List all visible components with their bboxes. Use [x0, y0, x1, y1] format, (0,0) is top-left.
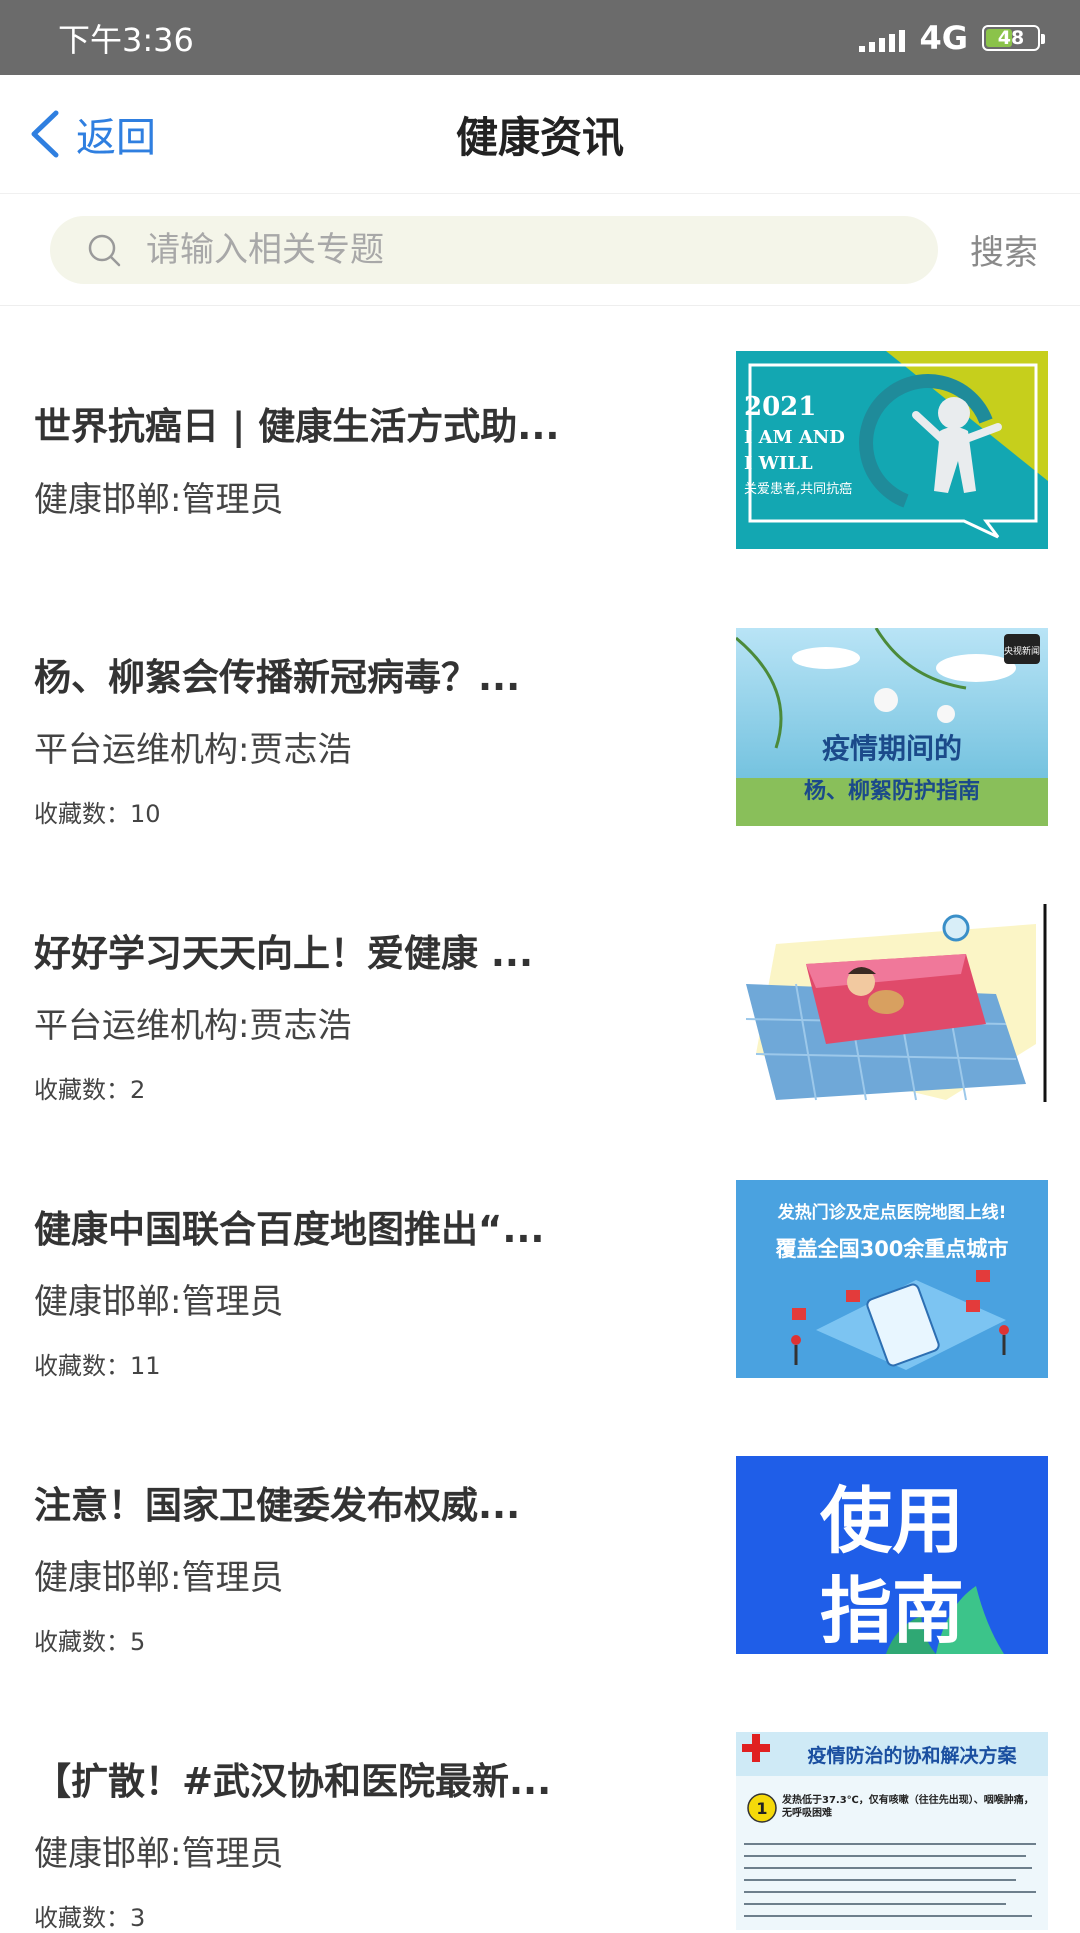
search-input[interactable]: [144, 228, 848, 271]
article-author: 健康邯郸:管理员: [34, 1834, 284, 1874]
status-time: 下午3:36: [58, 20, 194, 59]
network-type: 4G: [919, 18, 968, 57]
search-box[interactable]: [50, 215, 938, 284]
article-item[interactable]: 【扩散！#武汉协和医院最新... 健康邯郸:管理员 收藏数：3 疫情防治的协和解…: [0, 1686, 1080, 1932]
status-indicators: 4G 48: [859, 18, 1045, 57]
search-bar: 搜索: [0, 194, 1080, 306]
article-author: 平台运维机构:贾志浩: [34, 730, 352, 770]
thumb-line2: 覆盖全国300余重点城市: [776, 1237, 1009, 1261]
thumb-line2: 杨、柳絮防护指南: [804, 778, 980, 804]
thumb-line3: I WILL: [744, 453, 813, 474]
article-favorites: 收藏数：10: [34, 800, 161, 828]
article-title: 杨、柳絮会传播新冠病毒？...: [34, 656, 521, 699]
thumb-line1: 使用: [820, 1479, 964, 1563]
thumb-line2: 发热低于37.3℃，仅有咳嗽（往往先出现）、咽喉肿痛，无呼吸困难: [782, 1795, 1034, 1819]
nav-bar: 返回 健康资讯: [0, 75, 1080, 194]
page-title: 健康资讯: [455, 112, 624, 162]
article-title: 好好学习天天向上！爱健康 ...: [34, 932, 534, 975]
article-favorites: 收藏数：3: [34, 1904, 146, 1932]
article-author: 健康邯郸:管理员: [34, 1282, 284, 1322]
search-icon: [88, 234, 121, 266]
battery-icon: 48: [982, 24, 1045, 51]
article-author: 平台运维机构:贾志浩: [34, 1006, 352, 1046]
article-favorites: 收藏数：5: [34, 1628, 146, 1656]
thumb-line1: 疫情防治的协和解决方案: [807, 1744, 1017, 1767]
article-item[interactable]: 杨、柳絮会传播新冠病毒？... 平台运维机构:贾志浩 收藏数：10 央视新闻 疫…: [0, 582, 1080, 828]
thumb-line4: 关爱患者,共同抗癌: [744, 481, 852, 497]
article-title: 世界抗癌日 | 健康生活方式助...: [34, 405, 560, 448]
article-title: 健康中国联合百度地图推出“...: [34, 1208, 545, 1251]
signal-icon: [859, 24, 906, 52]
thumb-badge: 央视新闻: [1004, 645, 1040, 657]
article-thumbnail: 使用 指南: [736, 1456, 1048, 1654]
article-item[interactable]: 注意！国家卫健委发布权威... 健康邯郸:管理员 收藏数：5 使用 指南: [0, 1410, 1080, 1656]
article-title: 【扩散！#武汉协和医院最新...: [34, 1760, 552, 1803]
back-label: 返回: [76, 115, 156, 161]
article-favorites: 收藏数：2: [34, 1076, 146, 1104]
article-thumbnail: 2021 I AM AND I WILL 关爱患者,共同抗癌: [736, 351, 1048, 549]
article-item[interactable]: 好好学习天天向上！爱健康 ... 平台运维机构:贾志浩 收藏数：2: [0, 858, 1080, 1104]
article-author: 健康邯郸:管理员: [34, 480, 284, 520]
article-favorites: 收藏数：11: [34, 1352, 161, 1380]
back-button[interactable]: 返回: [26, 75, 156, 193]
article-title: 注意！国家卫健委发布权威...: [34, 1484, 521, 1527]
thumb-line2: I AM AND: [744, 427, 845, 448]
battery-level: 48: [997, 26, 1025, 49]
article-item[interactable]: 健康中国联合百度地图推出“... 健康邯郸:管理员 收藏数：11 发热门诊及定点…: [0, 1134, 1080, 1380]
article-item[interactable]: 世界抗癌日 | 健康生活方式助... 健康邯郸:管理员 2021 I AM AN…: [0, 306, 1080, 549]
article-thumbnail: 央视新闻 疫情期间的 杨、柳絮防护指南: [736, 628, 1048, 826]
thumb-line2: 指南: [820, 1569, 964, 1653]
chevron-left-icon: [31, 110, 59, 158]
thumb-line1: 发热门诊及定点医院地图上线!: [777, 1202, 1007, 1223]
article-author: 健康邯郸:管理员: [34, 1558, 284, 1598]
article-thumbnail: [736, 904, 1048, 1102]
thumb-year: 2021: [744, 392, 816, 422]
status-bar: 下午3:36 4G 48: [0, 0, 1080, 75]
thumb-line1: 疫情期间的: [822, 732, 962, 765]
search-button[interactable]: 搜索: [970, 225, 1038, 274]
svg-text:1: 1: [756, 1799, 767, 1818]
article-thumbnail: 疫情防治的协和解决方案 1 发热低于37.3℃，仅有咳嗽（往往先出现）、咽喉肿痛…: [736, 1732, 1048, 1930]
article-thumbnail: 发热门诊及定点医院地图上线! 覆盖全国300余重点城市: [736, 1180, 1048, 1378]
